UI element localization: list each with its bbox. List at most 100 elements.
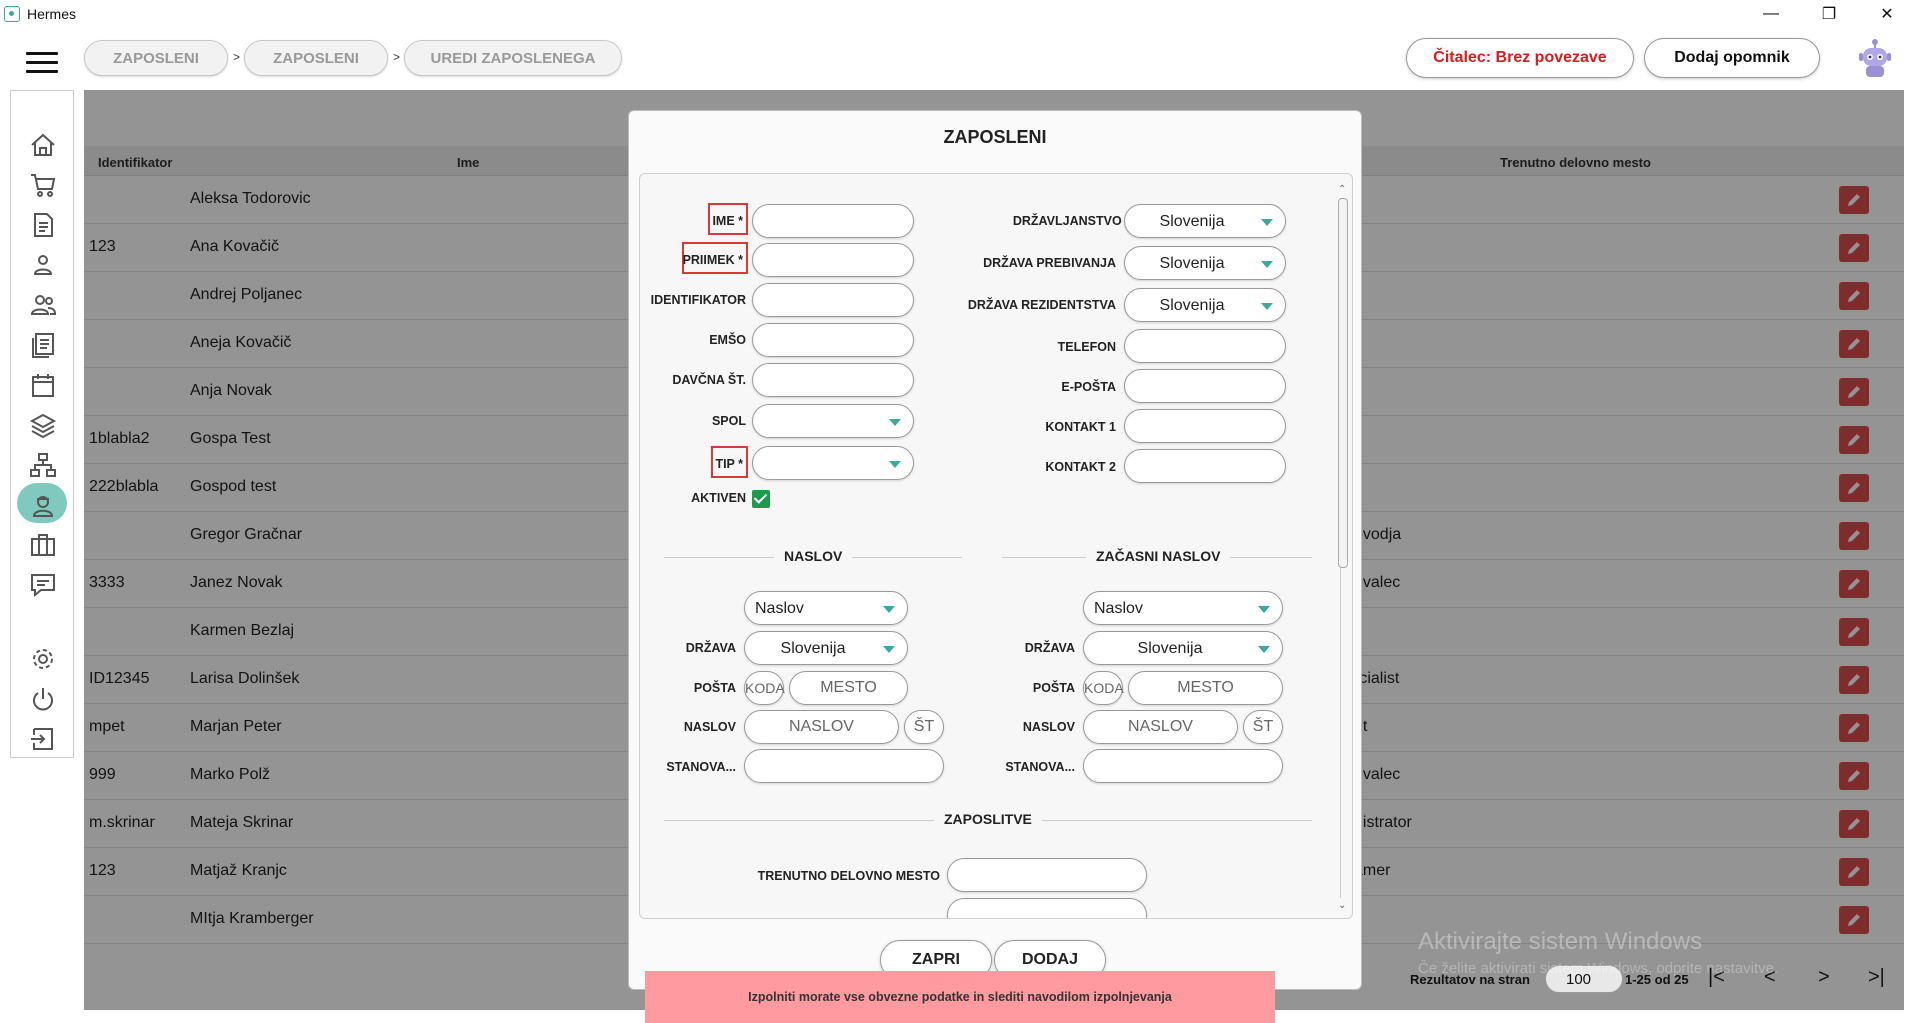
spol-select[interactable] bbox=[752, 404, 914, 438]
home-icon[interactable] bbox=[26, 129, 60, 161]
breadcrumb-item-2[interactable]: ZAPOSLENI bbox=[244, 40, 388, 76]
naslov-posta-label: POŠTA bbox=[693, 681, 736, 695]
chevron-down-icon bbox=[889, 461, 901, 468]
breadcrumb-separator: > bbox=[393, 50, 401, 64]
next-field-input[interactable] bbox=[947, 898, 1147, 918]
zacasni-stanovanje-input[interactable] bbox=[1083, 749, 1283, 783]
window-title: Hermes bbox=[27, 6, 77, 22]
naslov-naslov-label: NASLOV bbox=[683, 720, 736, 734]
zacasni-st-input[interactable]: ŠT bbox=[1243, 710, 1283, 744]
ime-input[interactable] bbox=[752, 204, 914, 238]
windows-watermark-text: Če želite aktivirati sistem Windows, odp… bbox=[1418, 960, 1779, 977]
chevron-down-icon bbox=[1261, 261, 1273, 268]
naslov-drzava-select[interactable]: Slovenija bbox=[744, 631, 908, 665]
briefcase-icon[interactable] bbox=[26, 529, 60, 561]
next-page-icon[interactable]: > bbox=[1818, 966, 1830, 989]
naslov-drzava-label: DRŽAVA bbox=[685, 641, 736, 655]
zacasni-drzava-select[interactable]: Slovenija bbox=[1083, 631, 1283, 665]
document-icon[interactable] bbox=[26, 209, 60, 241]
zaposlitve-section-title: ZAPOSLITVE bbox=[934, 811, 1042, 827]
telefon-input[interactable] bbox=[1124, 329, 1286, 363]
restore-icon[interactable]: ❐ bbox=[1806, 0, 1852, 28]
drzavljanstvo-value: Slovenija bbox=[1159, 213, 1225, 230]
priimek-input[interactable] bbox=[752, 243, 914, 277]
breadcrumb-separator: > bbox=[233, 50, 241, 64]
employee-icon[interactable] bbox=[26, 489, 60, 521]
zacasni-drzava-label: DRŽAVA bbox=[1024, 641, 1075, 655]
form-scrollbar[interactable]: ⌃ ⌄ bbox=[1338, 184, 1348, 914]
davcna-input[interactable] bbox=[752, 363, 914, 397]
breadcrumb-item-1[interactable]: ZAPOSLENI bbox=[84, 40, 228, 76]
identifikator-input[interactable] bbox=[752, 283, 914, 317]
trenutno-delovno-mesto-input[interactable] bbox=[947, 858, 1147, 892]
naslov-koda-input[interactable]: KODA bbox=[744, 671, 785, 705]
zacasni-street-input[interactable]: NASLOV bbox=[1083, 710, 1238, 744]
logout-icon[interactable] bbox=[26, 723, 60, 755]
user-icon[interactable] bbox=[26, 249, 60, 281]
app-icon bbox=[4, 6, 20, 22]
assistant-robot-icon[interactable] bbox=[1858, 38, 1892, 78]
zacasni-type-select[interactable]: Naslov bbox=[1083, 591, 1283, 625]
naslov-drzava-value: Slovenija bbox=[780, 640, 846, 657]
drzava-prebivanja-select[interactable]: Slovenija bbox=[1124, 246, 1286, 280]
naslov-mesto-input[interactable]: MESTO bbox=[789, 671, 908, 705]
chevron-down-icon bbox=[883, 646, 895, 653]
scroll-down-icon[interactable]: ⌄ bbox=[1338, 900, 1346, 911]
drzava-rezidentstva-value: Slovenija bbox=[1159, 297, 1225, 314]
trenutno-delovno-mesto-label: TRENUTNO DELOVNO MESTO bbox=[757, 869, 940, 883]
tip-select[interactable] bbox=[752, 446, 914, 480]
add-reminder-button[interactable]: Dodaj opomnik bbox=[1644, 38, 1820, 78]
priimek-label: PRIIMEK * bbox=[682, 253, 743, 267]
modal-title: ZAPOSLENI bbox=[943, 127, 1047, 147]
scroll-up-icon[interactable]: ⌃ bbox=[1338, 184, 1346, 195]
zacasni-posta-label: POŠTA bbox=[1032, 681, 1075, 695]
windows-watermark-title: Aktivirajte sistem Windows bbox=[1418, 928, 1703, 955]
close-icon[interactable]: ✕ bbox=[1864, 0, 1910, 28]
kontakt2-input[interactable] bbox=[1124, 449, 1286, 483]
employee-modal: ZAPOSLENI ⌃ ⌄ IME * PRIIMEK * IDENTIFIKA… bbox=[628, 110, 1362, 990]
users-icon[interactable] bbox=[26, 289, 60, 321]
identifikator-label: IDENTIFIKATOR bbox=[650, 293, 746, 307]
chevron-down-icon bbox=[883, 606, 895, 613]
eposta-input[interactable] bbox=[1124, 369, 1286, 403]
zacasni-stanovanje-label: STANOVA... bbox=[1005, 760, 1075, 774]
naslov-st-input[interactable]: ŠT bbox=[904, 710, 944, 744]
chevron-down-icon bbox=[1258, 606, 1270, 613]
naslov-type-select[interactable]: Naslov bbox=[744, 591, 908, 625]
zacasni-koda-input[interactable]: KODA bbox=[1083, 671, 1124, 705]
cart-icon[interactable] bbox=[26, 169, 60, 201]
emso-input[interactable] bbox=[752, 323, 914, 357]
error-message: Izpolniti morate vse obvezne podatke in … bbox=[645, 971, 1275, 1023]
drzava-prebivanja-value: Slovenija bbox=[1159, 255, 1225, 272]
telefon-label: TELEFON bbox=[1057, 340, 1116, 354]
drzava-prebivanja-label: DRŽAVA PREBIVANJA bbox=[983, 256, 1116, 270]
naslov-street-input[interactable]: NASLOV bbox=[744, 710, 899, 744]
gear-icon[interactable] bbox=[26, 643, 60, 675]
minimize-icon[interactable]: — bbox=[1748, 0, 1794, 28]
kontakt1-input[interactable] bbox=[1124, 409, 1286, 443]
reader-status-button[interactable]: Čitalec: Brez povezave bbox=[1406, 38, 1634, 78]
naslov-stanovanje-input[interactable] bbox=[744, 749, 944, 783]
chat-icon[interactable] bbox=[26, 569, 60, 601]
last-page-icon[interactable]: >| bbox=[1868, 966, 1885, 989]
eposta-label: E-POŠTA bbox=[1061, 380, 1116, 394]
aktiven-checkbox[interactable] bbox=[752, 490, 770, 508]
drzava-rezidentstva-select[interactable]: Slovenija bbox=[1124, 288, 1286, 322]
hierarchy-icon[interactable] bbox=[26, 449, 60, 481]
chevron-down-icon bbox=[1258, 646, 1270, 653]
notes-icon[interactable] bbox=[26, 329, 60, 361]
aktiven-label: AKTIVEN bbox=[691, 491, 746, 505]
power-icon[interactable] bbox=[26, 683, 60, 715]
layers-icon[interactable] bbox=[26, 409, 60, 441]
kontakt1-label: KONTAKT 1 bbox=[1045, 420, 1116, 434]
scrollbar-thumb[interactable] bbox=[1338, 198, 1348, 568]
calendar-icon[interactable] bbox=[26, 369, 60, 401]
drzavljanstvo-select[interactable]: Slovenija bbox=[1124, 204, 1286, 238]
breadcrumb-item-3[interactable]: UREDI ZAPOSLENEGA bbox=[404, 40, 622, 76]
modal-form: ⌃ ⌄ IME * PRIIMEK * IDENTIFIKATOR EMŠO D… bbox=[639, 173, 1353, 919]
drzavljanstvo-label: DRŽAVLJANSTVO * bbox=[1012, 214, 1130, 228]
menu-icon[interactable] bbox=[26, 52, 58, 74]
tip-label: TIP * bbox=[715, 457, 743, 471]
zacasni-mesto-input[interactable]: MESTO bbox=[1128, 671, 1283, 705]
spol-label: SPOL bbox=[711, 414, 746, 428]
